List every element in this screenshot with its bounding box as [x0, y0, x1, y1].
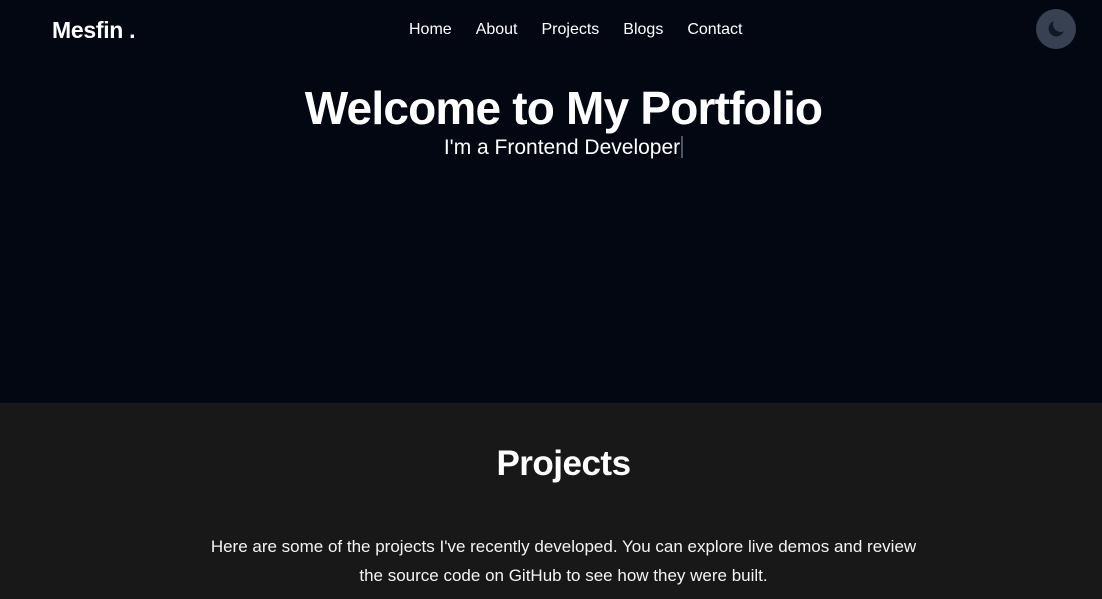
projects-description: Here are some of the projects I've recen…: [210, 537, 917, 585]
nav-link-home[interactable]: Home: [409, 18, 452, 42]
brand-logo[interactable]: Mesfin .: [52, 15, 136, 45]
projects-title: Projects: [496, 444, 631, 483]
hero-subtitle: I'm a Frontend Developer: [443, 136, 681, 159]
typing-caret: [681, 136, 684, 158]
hero-section: Mesfin . Home About Projects Blogs Conta…: [0, 0, 1102, 403]
projects-section: Projects Here are some of the projects I…: [0, 403, 1102, 599]
hero-subtitle-line: I'm a Frontend Developer: [0, 134, 1102, 162]
nav-link-contact[interactable]: Contact: [687, 18, 742, 42]
nav-links: Home About Projects Blogs Contact: [409, 18, 766, 42]
theme-toggle-button[interactable]: [1036, 9, 1076, 49]
nav-link-projects[interactable]: Projects: [542, 18, 600, 42]
navbar: Mesfin . Home About Projects Blogs Conta…: [0, 0, 1102, 60]
nav-link-about[interactable]: About: [476, 18, 518, 42]
moon-icon: [1048, 21, 1064, 37]
nav-link-blogs[interactable]: Blogs: [623, 18, 663, 42]
hero-title: Welcome to My Portfolio: [304, 82, 823, 134]
